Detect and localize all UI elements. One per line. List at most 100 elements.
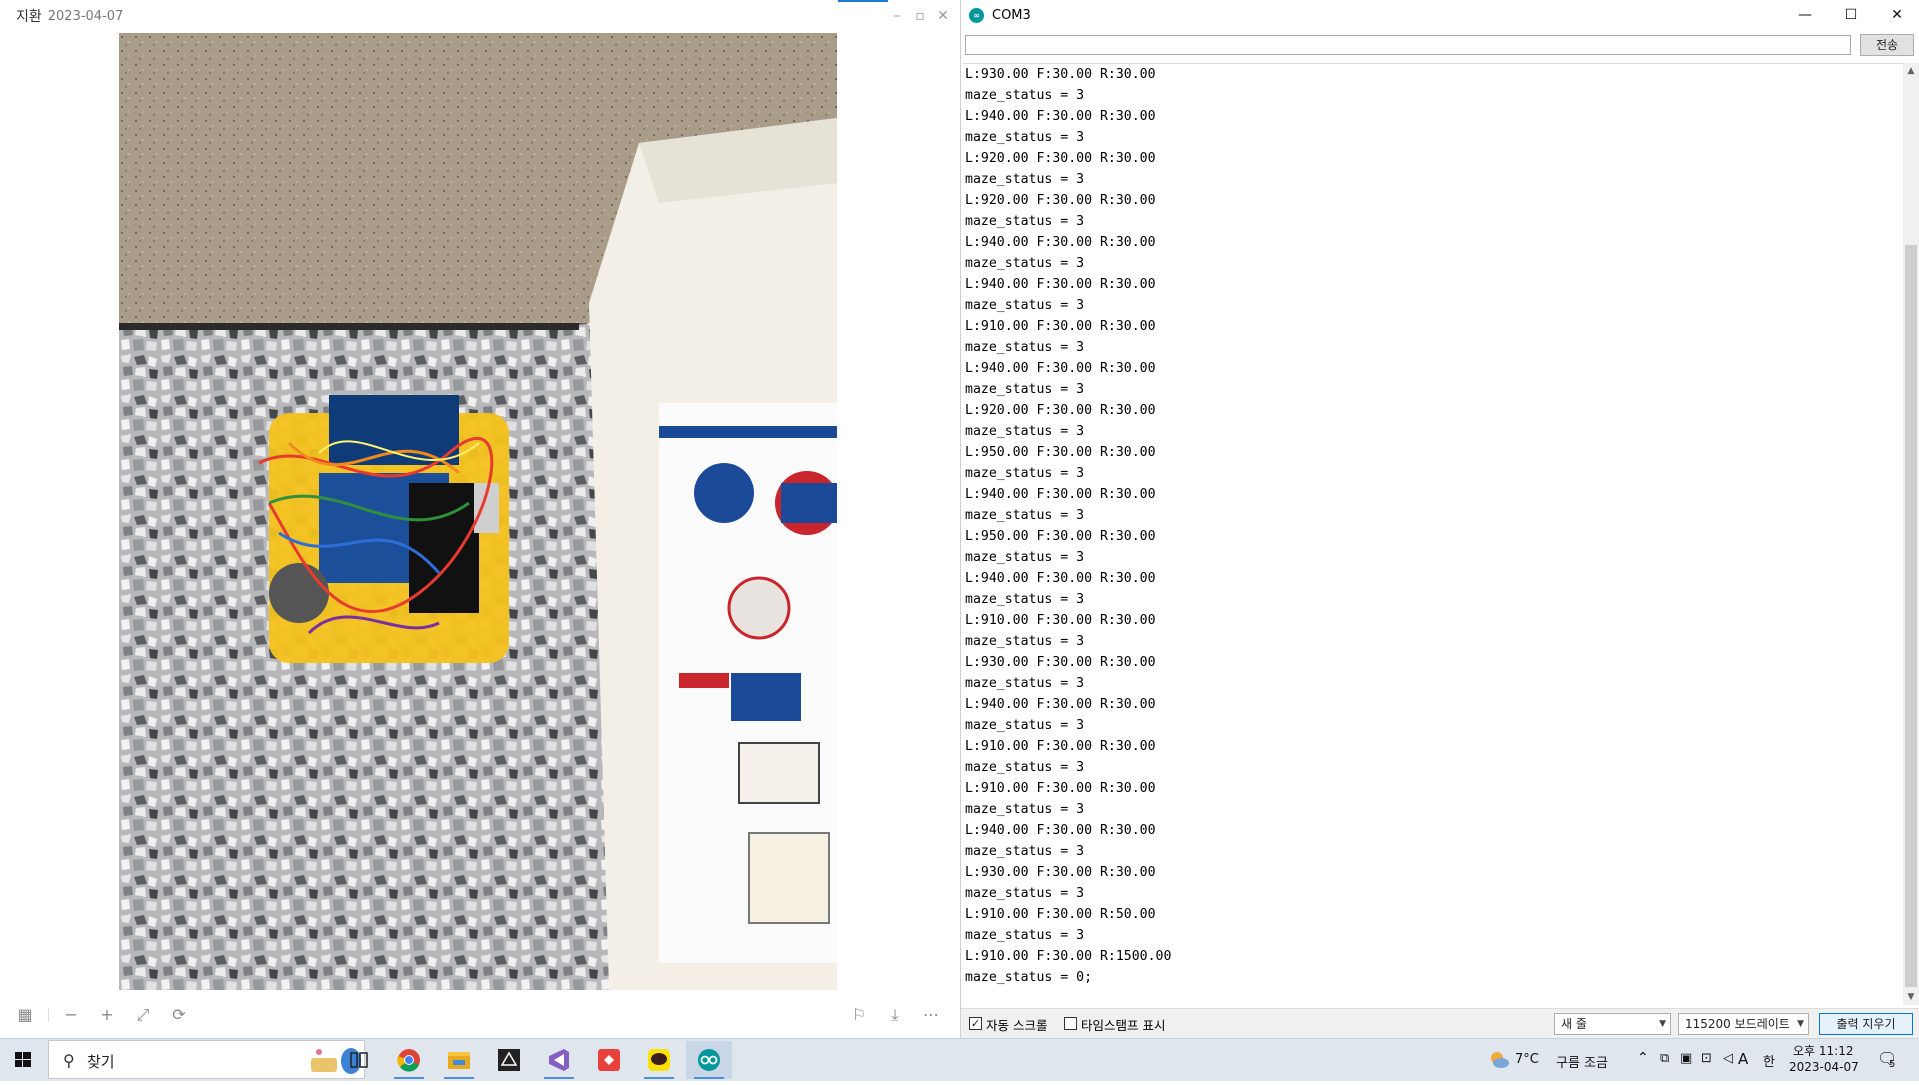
serial-output-line: L:940.00 F:30.00 R:30.00: [965, 109, 1156, 124]
serial-output-line: L:910.00 F:30.00 R:30.00: [965, 613, 1156, 628]
serial-output-line: L:920.00 F:30.00 R:30.00: [965, 403, 1156, 418]
more-options-icon[interactable]: ⋯: [918, 1002, 944, 1028]
weather-cloud-moon-icon: [1491, 1052, 1509, 1068]
serial-output-line: L:950.00 F:30.00 R:30.00: [965, 445, 1156, 460]
zoom-out-icon[interactable]: −: [58, 1002, 84, 1028]
viewer-minimize-button[interactable]: –: [887, 6, 907, 26]
serial-output-line: maze_status = 3: [965, 550, 1085, 565]
git-app-icon: [598, 1049, 620, 1071]
windows-logo-icon: [15, 1052, 31, 1067]
show-hidden-icons-chevron-icon[interactable]: ⌃: [1637, 1050, 1649, 1066]
grid-view-icon[interactable]: ▦: [12, 1002, 38, 1028]
zoom-in-icon[interactable]: +: [94, 1002, 120, 1028]
viewer-maximize-button[interactable]: ▫: [910, 6, 930, 26]
serial-output-line: L:930.00 F:30.00 R:30.00: [965, 655, 1156, 670]
serial-output-line: L:910.00 F:30.00 R:50.00: [965, 907, 1156, 922]
viewer-accent-bar: [838, 0, 888, 2]
serial-output-line: maze_status = 3: [965, 802, 1085, 817]
serial-output-line: maze_status = 3: [965, 760, 1085, 775]
serial-output-line: L:940.00 F:30.00 R:30.00: [965, 487, 1156, 502]
ime-language[interactable]: A: [1738, 1050, 1748, 1068]
serial-output-line: L:940.00 F:30.00 R:30.00: [965, 571, 1156, 586]
output-scrollbar[interactable]: ▲ ▼: [1903, 63, 1919, 1005]
send-button[interactable]: 전송: [1860, 34, 1914, 56]
viewer-title: 지환: [16, 9, 42, 25]
scroll-down-arrow-icon[interactable]: ▼: [1903, 989, 1919, 1005]
viewer-close-button[interactable]: ✕: [933, 6, 953, 26]
serial-output-line: maze_status = 3: [965, 298, 1085, 313]
clear-output-button[interactable]: 출력 지우기: [1819, 1013, 1913, 1035]
serial-send-input[interactable]: [965, 35, 1851, 55]
clock-date[interactable]: 2023-04-07: [1789, 1060, 1859, 1074]
taskbar-git-app[interactable]: [586, 1041, 632, 1079]
autoscroll-checkbox[interactable]: ✓: [969, 1017, 982, 1030]
taskbar-kakaotalk[interactable]: [636, 1041, 682, 1079]
weather-temperature[interactable]: 7°C: [1515, 1052, 1539, 1067]
volume-icon[interactable]: ◁: [1723, 1051, 1733, 1066]
chevron-down-icon: ▼: [1797, 1019, 1804, 1029]
meet-now-icon[interactable]: ⧉: [1660, 1051, 1669, 1066]
serial-output-line: L:940.00 F:30.00 R:30.00: [965, 235, 1156, 250]
toolbar-divider: [48, 1008, 49, 1022]
taskbar-chrome[interactable]: [386, 1041, 432, 1079]
display-icon[interactable]: ▣: [1680, 1051, 1692, 1066]
network-icon[interactable]: ⊡: [1701, 1051, 1712, 1066]
serial-output-line: maze_status = 3: [965, 130, 1085, 145]
scroll-thumb[interactable]: [1905, 245, 1917, 987]
serial-output-line: maze_status = 3: [965, 592, 1085, 607]
serial-output-lines: L:930.00 F:30.00 R:30.00 maze_status = 3 L…: [963, 64, 1903, 988]
serial-output-line: L:930.00 F:30.00 R:30.00: [965, 67, 1156, 82]
running-indicator: [394, 1077, 424, 1079]
serial-minimize-button[interactable]: —: [1782, 0, 1828, 30]
bookmark-icon[interactable]: ⚐: [846, 1002, 872, 1028]
notification-count: 5: [1889, 1059, 1896, 1070]
task-view-icon: [350, 1052, 368, 1068]
unity-icon: [498, 1049, 520, 1071]
taskbar-visual-studio[interactable]: [536, 1041, 582, 1079]
serial-output-line: maze_status = 3: [965, 256, 1085, 271]
serial-output[interactable]: L:930.00 F:30.00 R:30.00 maze_status = 3 L…: [963, 63, 1903, 1006]
serial-maximize-button[interactable]: ☐: [1828, 0, 1874, 30]
weather-description[interactable]: 구름 조금: [1556, 1052, 1608, 1071]
rotate-icon[interactable]: ⟳: [166, 1002, 192, 1028]
taskbar-unity[interactable]: [486, 1041, 532, 1079]
send-row: 전송: [961, 33, 1919, 59]
task-view-button[interactable]: [336, 1041, 382, 1079]
serial-output-line: L:930.00 F:30.00 R:30.00: [965, 865, 1156, 880]
serial-output-line: L:910.00 F:30.00 R:30.00: [965, 739, 1156, 754]
chevron-down-icon: ▼: [1659, 1019, 1666, 1029]
serial-output-line: maze_status = 3: [965, 844, 1085, 859]
photo-viewer-window: 지환 2023-04-07 – ▫ ✕ ▦ − + ⤢ ⟳ ⚐ ⤓ ⋯: [0, 0, 958, 1038]
fit-screen-icon[interactable]: ⤢: [130, 1002, 156, 1028]
serial-monitor-window: ∞ COM3 — ☐ ✕ 전송 L:930.00 F:30.00 R:30.00…: [960, 0, 1919, 1039]
clock-time[interactable]: 오후 11:12: [1793, 1042, 1853, 1059]
scroll-up-arrow-icon[interactable]: ▲: [1903, 63, 1919, 79]
ime-korean-mode[interactable]: 한: [1763, 1051, 1775, 1070]
taskbar-search-box[interactable]: ⚲ 찾기: [48, 1040, 365, 1079]
timestamp-checkbox[interactable]: [1064, 1017, 1077, 1030]
serial-output-line: maze_status = 3: [965, 88, 1085, 103]
serial-output-line: L:920.00 F:30.00 R:30.00: [965, 193, 1156, 208]
baud-rate-select[interactable]: 115200 보드레이트 ▼: [1678, 1013, 1809, 1035]
taskbar-file-explorer[interactable]: [436, 1041, 482, 1079]
serial-footer: ✓ 자동 스크롤 타임스탬프 표시 새 줄 ▼ 115200 보드레이트 ▼ 출…: [961, 1008, 1919, 1039]
serial-output-line: maze_status = 3: [965, 424, 1085, 439]
start-button[interactable]: [0, 1039, 46, 1081]
serial-output-line: maze_status = 3: [965, 718, 1085, 733]
baud-rate-value: 115200 보드레이트: [1685, 1017, 1790, 1031]
serial-close-button[interactable]: ✕: [1874, 0, 1919, 30]
arduino-logo-icon: ∞: [969, 7, 984, 23]
line-ending-select[interactable]: 새 줄 ▼: [1554, 1013, 1671, 1035]
serial-output-line: L:910.00 F:30.00 R:30.00: [965, 319, 1156, 334]
taskbar-arduino[interactable]: [686, 1041, 732, 1079]
windows-taskbar: ⚲ 찾기 7°C 구름 조금 ⌃ ⧉ ▣ ⊡ ◁ A 한 오후 11:12 20…: [0, 1038, 1919, 1081]
arduino-icon: [698, 1049, 720, 1071]
serial-output-line: maze_status = 3: [965, 382, 1085, 397]
visual-studio-icon: [549, 1049, 569, 1071]
serial-output-line: maze_status = 3: [965, 634, 1085, 649]
serial-output-line: maze_status = 3: [965, 508, 1085, 523]
robot-photo-image: [119, 33, 837, 990]
viewer-titlebar: 지환 2023-04-07: [0, 0, 958, 32]
download-icon[interactable]: ⤓: [882, 1002, 908, 1028]
running-indicator: [444, 1077, 474, 1079]
